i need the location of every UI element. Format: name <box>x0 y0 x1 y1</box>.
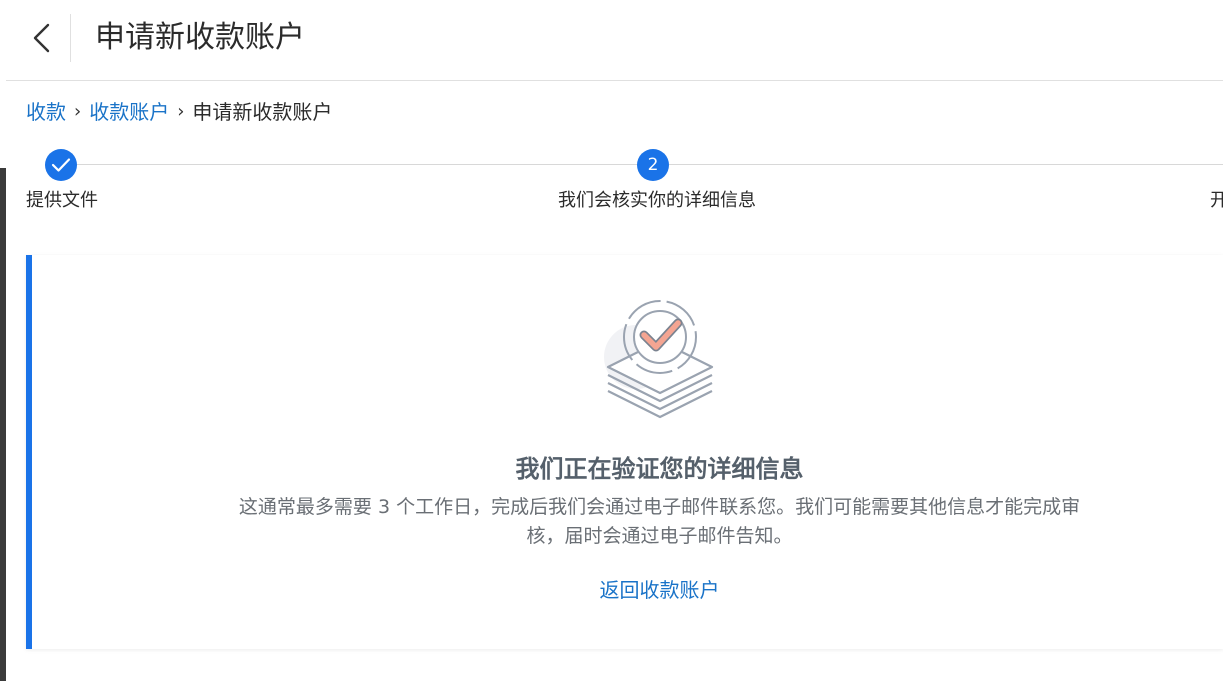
verification-status-card: 我们正在验证您的详细信息 这通常最多需要 3 个工作日，完成后我们会通过电子邮件… <box>26 255 1223 649</box>
header-divider <box>70 14 71 62</box>
step-1-label: 提供文件 <box>26 190 98 211</box>
page-header: 申请新收款账户 <box>6 0 1223 81</box>
step-2-indicator: 2 <box>637 149 669 181</box>
page: 申请新收款账户 收款 › 收款账户 › 申请新收款账户 提供文件 2 我们会核实… <box>6 0 1223 681</box>
check-icon <box>51 158 71 172</box>
back-to-payment-accounts-link[interactable]: 返回收款账户 <box>32 576 1223 604</box>
verified-documents-icon <box>604 300 714 419</box>
step-2-label: 我们会核实你的详细信息 <box>558 190 756 211</box>
breadcrumb-item-payments[interactable]: 收款 <box>26 98 66 126</box>
card-description: 这通常最多需要 3 个工作日，完成后我们会通过电子邮件联系您。我们可能需要其他信… <box>238 496 1081 547</box>
back-button[interactable] <box>22 14 62 62</box>
page-title: 申请新收款账户 <box>95 20 305 55</box>
step-2-number: 2 <box>647 155 659 175</box>
step-3-label: 开 <box>1210 190 1223 211</box>
card-title: 我们正在验证您的详细信息 <box>515 455 804 483</box>
chevron-left-icon <box>33 23 50 53</box>
step-1-indicator <box>45 149 77 181</box>
breadcrumb-separator-icon: › <box>177 101 185 122</box>
breadcrumb-separator-icon: › <box>74 101 82 122</box>
breadcrumb-item-payment-accounts[interactable]: 收款账户 <box>89 98 169 126</box>
breadcrumb: 收款 › 收款账户 › 申请新收款账户 <box>26 98 332 126</box>
breadcrumb-item-current: 申请新收款账户 <box>192 100 333 124</box>
